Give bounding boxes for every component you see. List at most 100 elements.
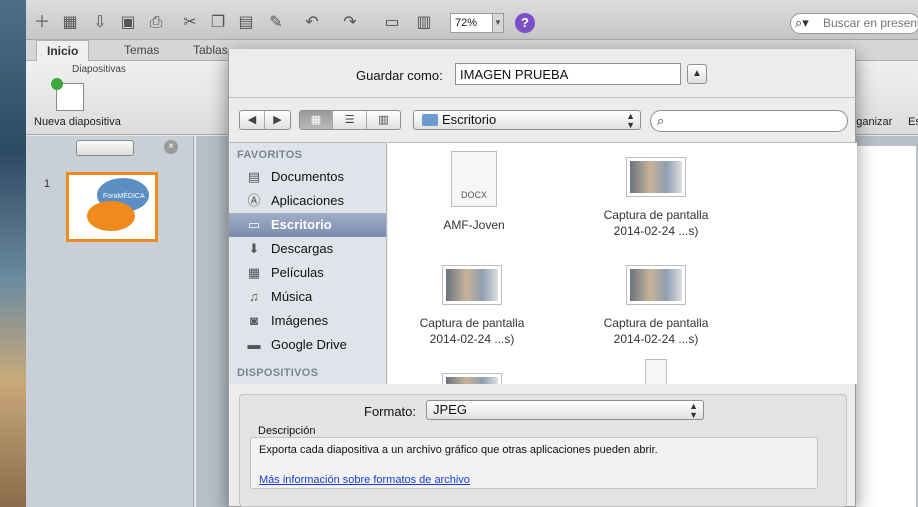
open-icon[interactable]: ⇩	[90, 13, 110, 33]
ribbon-item-es[interactable]: Es	[908, 116, 918, 128]
format-panel: Formato: JPEG ▲ ▼ Descripción Exporta cad…	[239, 394, 847, 507]
format-value: JPEG	[433, 402, 467, 417]
select-arrows-icon: ▲ ▼	[626, 111, 635, 130]
screenshot-thumbnail	[626, 157, 686, 197]
file-name: Captura de pantalla 2014-02-24 ...s)	[603, 208, 709, 238]
zoom-dropdown-arrow[interactable]: ▼	[492, 13, 504, 33]
dialog-search-field[interactable]: ⌕	[650, 110, 848, 132]
save-icon[interactable]: ▣	[118, 13, 138, 33]
location-value: Escritorio	[442, 112, 497, 127]
save-dialog: Guardar como: ▲ ◀▶ ▦☰▥ Escritorio ▲▼ ⌕ F…	[228, 49, 857, 507]
group-label-slides: Diapositivas	[72, 64, 126, 75]
view-mode-buttons: ▦ ☰ ▥	[299, 110, 401, 130]
standard-toolbar: ＋ ▦ ⇩ ▣ ⎙ ✂ ❐ ▤ ✎ ↶ ↷ ▭ ▥ 72% ▼ ? ⌕▾	[26, 0, 918, 40]
desktop-icon: ▭	[247, 217, 261, 232]
slide-layout-icon[interactable]: ▭	[382, 13, 402, 33]
folder-icon	[422, 114, 438, 126]
devices-header: DISPOSITIVOS	[237, 367, 319, 379]
undo-icon[interactable]: ↶	[302, 13, 322, 33]
applications-icon: Ⓐ	[247, 193, 261, 208]
file-browser: DOCX AMF-Joven Captura de pantalla 2014-0…	[388, 142, 857, 384]
tab-temas[interactable]: Temas	[114, 40, 169, 61]
description-title: Descripción	[258, 425, 316, 437]
sidebar-item-descargas[interactable]: ⬇ Descargas	[229, 237, 386, 261]
gallery-icon[interactable]: ▦	[60, 13, 80, 33]
screenshot-thumbnail	[442, 373, 502, 384]
downloads-icon: ⬇	[248, 241, 260, 256]
thumb-logo-text: ForaMÉDICA	[103, 193, 145, 200]
select-arrows-icon: ▲ ▼	[689, 401, 698, 420]
list-view-icon[interactable]: ☰	[333, 111, 367, 129]
new-slide-icon[interactable]	[51, 78, 84, 111]
dialog-sidebar: FAVORITOS ▤ Documentos Ⓐ Aplicaciones ▭ Esc…	[229, 142, 387, 384]
file-item[interactable]: Captura de pantalla 2014-02-24 ...s)	[576, 259, 736, 347]
save-as-row: Guardar como: ▲	[229, 63, 857, 89]
slides-pane: × 1 ForaMÉDICA	[26, 136, 194, 507]
description-box: Exporta cada diapositiva a un archivo gr…	[250, 437, 818, 489]
save-as-label: Guardar como:	[356, 68, 443, 83]
format-label: Formato:	[364, 404, 417, 419]
file-item[interactable]	[392, 367, 552, 384]
search-icon: ⌕▾	[795, 15, 809, 30]
document-thumbnail-icon	[645, 359, 667, 384]
filename-field[interactable]	[455, 63, 681, 85]
format-select[interactable]: JPEG ▲ ▼	[426, 400, 704, 420]
document-icon: ▤	[247, 169, 261, 184]
file-item[interactable]	[576, 359, 736, 384]
close-icon[interactable]: ×	[164, 140, 178, 154]
file-item[interactable]: Captura de pantalla 2014-02-24 ...s)	[576, 151, 736, 239]
file-item[interactable]: DOCX AMF-Joven	[394, 151, 554, 233]
file-item[interactable]: Captura de pantalla 2014-02-24 ...s)	[392, 259, 552, 347]
desktop-background	[0, 0, 28, 507]
movies-icon: ▦	[247, 265, 261, 280]
location-select[interactable]: Escritorio ▲ ▼	[413, 110, 641, 130]
back-icon[interactable]: ◀	[240, 111, 265, 129]
slide-number: 1	[44, 178, 51, 190]
new-document-icon[interactable]: ＋	[32, 13, 52, 33]
sidebar-item-peliculas[interactable]: ▦ Películas	[229, 261, 386, 285]
dialog-nav-bar: ◀ ▶ ▦ ☰ ▥ Escritorio ▲ ▼ ⌕	[229, 97, 857, 141]
help-button[interactable]: ?	[515, 13, 535, 33]
sidebar-item-musica[interactable]: ♫ Música	[229, 285, 386, 309]
redo-icon[interactable]: ↷	[340, 13, 360, 33]
search-field[interactable]: ⌕▾	[790, 13, 918, 34]
music-icon: ♫	[249, 289, 259, 304]
print-icon[interactable]: ⎙	[146, 13, 166, 33]
file-name: AMF-Joven	[443, 218, 505, 232]
screenshot-thumbnail	[442, 265, 502, 305]
collapse-dialog-button[interactable]: ▲	[687, 64, 707, 84]
file-name: Captura de pantalla 2014-02-24 ...s)	[419, 316, 525, 346]
back-forward-buttons: ◀ ▶	[239, 110, 291, 130]
view-toggle[interactable]	[76, 140, 134, 156]
pictures-icon: ◙	[250, 313, 258, 328]
logo-bubble-orange	[87, 201, 135, 231]
copy-icon[interactable]: ❐	[208, 13, 228, 33]
search-icon: ⌕	[657, 113, 665, 128]
format-painter-icon[interactable]: ✎	[266, 13, 286, 33]
icon-view-icon[interactable]: ▦	[300, 111, 333, 129]
cut-icon[interactable]: ✂	[180, 13, 200, 33]
more-info-link[interactable]: Más información sobre formatos de archiv…	[259, 474, 470, 486]
paste-icon[interactable]: ▤	[236, 13, 256, 33]
zoom-field[interactable]: 72%	[450, 13, 498, 33]
search-input[interactable]	[823, 16, 918, 30]
sidebar-item-google-drive[interactable]: ▬ Google Drive	[229, 333, 386, 357]
tab-inicio[interactable]: Inicio	[36, 40, 90, 61]
description-text: Exporta cada diapositiva a un archivo gr…	[259, 444, 658, 456]
view-icon[interactable]: ▥	[414, 13, 434, 33]
slide-canvas[interactable]	[856, 146, 916, 507]
new-slide-button[interactable]: Nueva diapositiva	[34, 116, 121, 128]
sidebar-item-escritorio[interactable]: ▭ Escritorio	[229, 213, 386, 237]
sidebar-item-imagenes[interactable]: ◙ Imágenes	[229, 309, 386, 333]
file-extension: DOCX	[460, 190, 487, 200]
file-name: Captura de pantalla 2014-02-24 ...s)	[603, 316, 709, 346]
forward-icon[interactable]: ▶	[265, 111, 290, 129]
folder-icon: ▬	[247, 337, 261, 352]
column-view-icon[interactable]: ▥	[367, 111, 400, 129]
favorites-header: FAVORITOS	[237, 149, 303, 161]
screenshot-thumbnail	[626, 265, 686, 305]
docx-file-icon: DOCX	[451, 151, 497, 207]
sidebar-item-aplicaciones[interactable]: Ⓐ Aplicaciones	[229, 189, 386, 213]
slide-thumbnail[interactable]: ForaMÉDICA	[66, 172, 158, 242]
sidebar-item-documentos[interactable]: ▤ Documentos	[229, 165, 386, 189]
